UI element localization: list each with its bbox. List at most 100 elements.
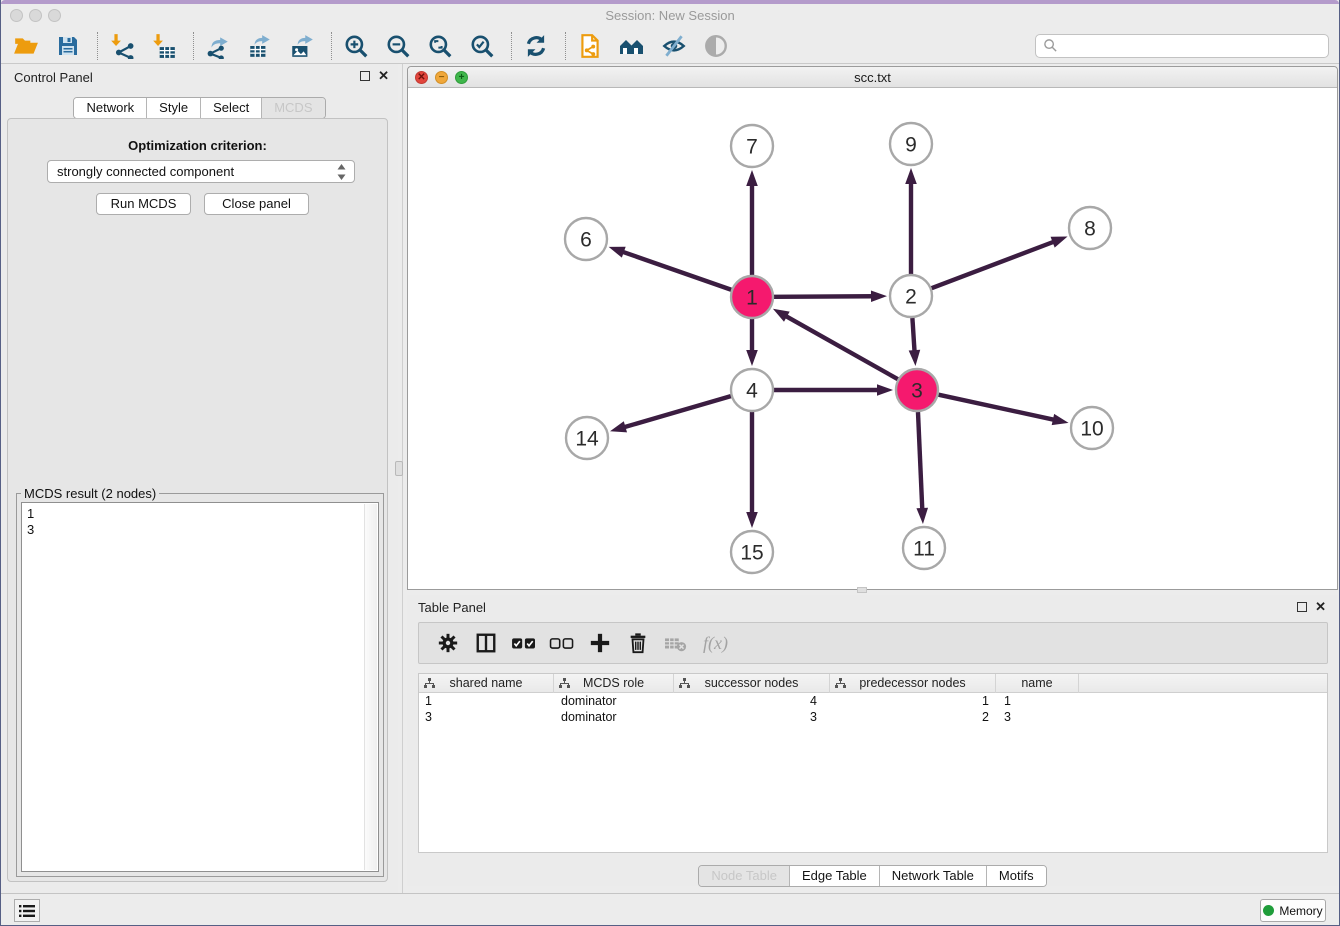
graph-node-label: 7: [746, 135, 758, 158]
graph-edge-3-1[interactable]: [785, 316, 898, 380]
mcds-result-title: MCDS result (2 nodes): [21, 486, 159, 501]
toolbar-separator: [565, 32, 566, 60]
network-column-icon: [424, 678, 435, 689]
table-panel: Table Panel ✕ f(x): [407, 595, 1338, 886]
delete-table-icon[interactable]: [659, 628, 693, 658]
float-panel-icon[interactable]: [360, 71, 370, 81]
edge-arrowhead: [916, 508, 928, 524]
edge-arrowhead: [871, 290, 887, 302]
create-column-icon[interactable]: [583, 628, 617, 658]
network-window-titlebar[interactable]: ✕ − + scc.txt: [408, 67, 1337, 88]
hide-selected-icon[interactable]: [659, 31, 689, 61]
table-tab-network-table[interactable]: Network Table: [880, 866, 987, 886]
splitter-handle[interactable]: [857, 587, 867, 593]
result-scrollbar[interactable]: [364, 504, 377, 870]
column-header-predecessor-nodes[interactable]: predecessor nodes: [830, 674, 996, 693]
delete-column-trash-icon[interactable]: [621, 628, 655, 658]
network-canvas[interactable]: 7968124314101511: [408, 88, 1337, 589]
graph-node-label: 14: [575, 427, 599, 450]
control-panel-header: Control Panel ✕: [1, 64, 398, 90]
table-settings-gear-icon[interactable]: [431, 628, 465, 658]
table-tab-motifs[interactable]: Motifs: [987, 866, 1046, 886]
tab-mcds[interactable]: MCDS: [262, 98, 324, 118]
export-image-icon[interactable]: [287, 31, 317, 61]
zoom-in-icon[interactable]: [341, 31, 371, 61]
show-hidden-icon[interactable]: [701, 31, 731, 61]
select-all-columns-icon[interactable]: [507, 628, 541, 658]
show-columns-icon[interactable]: [469, 628, 503, 658]
table-cell[interactable]: 1: [996, 693, 1079, 709]
graph-edge-2-8[interactable]: [932, 241, 1055, 288]
table-cell[interactable]: 3: [674, 709, 830, 725]
column-header-MCDS-role[interactable]: MCDS role: [554, 674, 674, 693]
column-header-name[interactable]: name: [996, 674, 1079, 693]
graph-edge-3-10[interactable]: [938, 395, 1054, 420]
table-tab-edge-table[interactable]: Edge Table: [790, 866, 880, 886]
save-session-icon[interactable]: [53, 31, 83, 61]
table-row[interactable]: 1dominator411: [419, 693, 1327, 709]
table-tabs: Node TableEdge TableNetwork TableMotifs: [407, 865, 1338, 887]
tab-style[interactable]: Style: [147, 98, 201, 118]
optimization-criterion-select[interactable]: strongly connected component: [47, 160, 355, 183]
close-panel-button[interactable]: Close panel: [204, 193, 309, 215]
panel-splitter[interactable]: [402, 64, 403, 893]
first-neighbors-icon[interactable]: [617, 31, 647, 61]
table-cell[interactable]: 1: [830, 693, 996, 709]
graph-edge-1-2[interactable]: [774, 296, 873, 297]
column-header-shared-name[interactable]: shared name: [419, 674, 554, 693]
graph-node-label: 9: [905, 133, 917, 156]
close-panel-icon[interactable]: ✕: [378, 68, 389, 84]
table-tab-node-table[interactable]: Node Table: [699, 866, 790, 886]
zoom-out-icon[interactable]: [383, 31, 413, 61]
edge-arrowhead: [609, 247, 626, 258]
tab-network[interactable]: Network: [74, 98, 147, 118]
network-graph[interactable]: 7968124314101511: [408, 88, 1337, 589]
edge-arrowhead: [909, 350, 921, 366]
import-network-icon[interactable]: [107, 31, 137, 61]
memory-button[interactable]: Memory: [1260, 899, 1326, 922]
table-cell[interactable]: dominator: [554, 709, 674, 725]
table-cell[interactable]: dominator: [554, 693, 674, 709]
clone-network-icon[interactable]: [575, 31, 605, 61]
table-cell[interactable]: 3: [996, 709, 1079, 725]
mcds-result-group: MCDS result (2 nodes) 13: [16, 493, 384, 877]
table-header-row: shared nameMCDS role successor nodes prede…: [419, 674, 1327, 693]
table-cell[interactable]: 4: [674, 693, 830, 709]
table-cell[interactable]: 1: [419, 693, 554, 709]
import-table-icon[interactable]: [149, 31, 179, 61]
export-table-icon[interactable]: [245, 31, 275, 61]
search-input[interactable]: [1058, 36, 1328, 56]
graph-node-label: 11: [913, 537, 935, 560]
open-file-icon[interactable]: [11, 31, 41, 61]
column-header-successor-nodes[interactable]: successor nodes: [674, 674, 830, 693]
tab-select[interactable]: Select: [201, 98, 262, 118]
run-mcds-button[interactable]: Run MCDS: [96, 193, 191, 215]
splitter-handle[interactable]: [395, 461, 403, 476]
column-header-label: name: [1021, 676, 1052, 690]
graph-edge-4-14[interactable]: [623, 396, 730, 427]
zoom-fit-icon[interactable]: [425, 31, 455, 61]
zoom-selected-icon[interactable]: [467, 31, 497, 61]
graph-node-label: 10: [1080, 417, 1103, 440]
task-history-button[interactable]: [14, 899, 40, 922]
refresh-icon[interactable]: [521, 31, 551, 61]
export-network-icon[interactable]: [203, 31, 233, 61]
node-table[interactable]: shared nameMCDS role successor nodes prede…: [418, 673, 1328, 853]
column-header-label: successor nodes: [705, 676, 799, 690]
edge-arrowhead: [773, 309, 790, 322]
deselect-all-columns-icon[interactable]: [545, 628, 579, 658]
mcds-result-list[interactable]: 13: [21, 502, 379, 872]
table-cell[interactable]: 2: [830, 709, 996, 725]
mcds-result-line: 1: [27, 506, 373, 522]
network-column-icon: [559, 678, 570, 689]
table-cell[interactable]: 3: [419, 709, 554, 725]
close-table-panel-icon[interactable]: ✕: [1315, 599, 1326, 615]
graph-edge-3-11[interactable]: [918, 412, 922, 510]
function-builder-icon[interactable]: f(x): [703, 633, 728, 654]
graph-edge-2-3[interactable]: [912, 318, 914, 352]
float-table-panel-icon[interactable]: [1297, 602, 1307, 612]
edge-arrowhead: [746, 512, 758, 528]
search-field[interactable]: [1035, 34, 1329, 58]
graph-edge-1-6[interactable]: [622, 252, 731, 290]
table-row[interactable]: 3dominator323: [419, 709, 1327, 725]
